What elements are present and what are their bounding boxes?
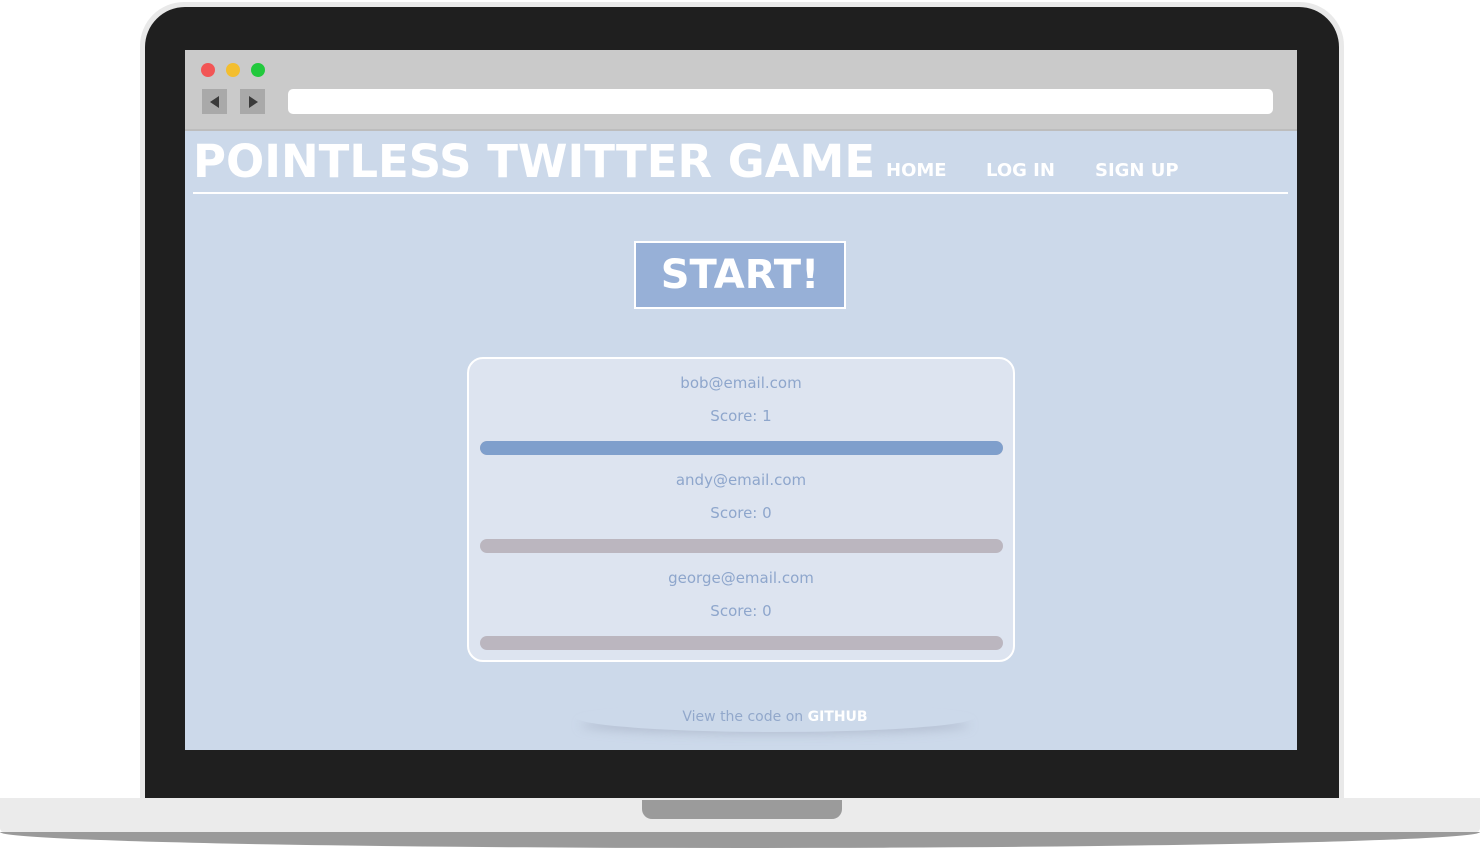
address-bar[interactable] xyxy=(288,89,1273,114)
nav-signup-link[interactable]: SIGN UP xyxy=(1095,160,1179,181)
player-email: george@email.com xyxy=(668,569,814,587)
header-divider xyxy=(193,192,1288,194)
scoreboard: bob@email.com Score: 1 andy@email.com Sc… xyxy=(467,357,1015,662)
minimize-window-icon[interactable] xyxy=(226,63,240,77)
browser-screen: POINTLESS TWITTER GAME HOME LOG IN SIGN … xyxy=(185,50,1297,750)
footer: View the code on GITHUB xyxy=(575,702,975,732)
maximize-window-icon[interactable] xyxy=(251,63,265,77)
score-bar xyxy=(480,636,1003,650)
back-arrow-icon xyxy=(209,95,219,108)
nav-home-link[interactable]: HOME xyxy=(886,160,947,181)
score-bar xyxy=(480,539,1003,553)
score-bar-fill xyxy=(480,441,1003,455)
forward-arrow-icon xyxy=(248,95,258,108)
player-score: Score: 0 xyxy=(710,504,772,522)
nav-login-link[interactable]: LOG IN xyxy=(986,160,1055,181)
start-button[interactable]: START! xyxy=(634,241,846,309)
player-email: andy@email.com xyxy=(675,471,807,489)
laptop-notch xyxy=(642,800,842,819)
footer-text: View the code on xyxy=(682,709,808,725)
back-button[interactable] xyxy=(202,89,227,114)
player-score: Score: 1 xyxy=(710,407,772,425)
close-window-icon[interactable] xyxy=(201,63,215,77)
forward-button[interactable] xyxy=(240,89,265,114)
score-bar xyxy=(480,441,1003,455)
github-link[interactable]: GITHUB xyxy=(808,709,868,725)
player-email: bob@email.com xyxy=(680,374,802,392)
player-score: Score: 0 xyxy=(710,602,772,620)
browser-toolbar xyxy=(185,50,1297,131)
site-title: POINTLESS TWITTER GAME xyxy=(193,135,876,188)
laptop-base-shadow xyxy=(0,832,1480,848)
